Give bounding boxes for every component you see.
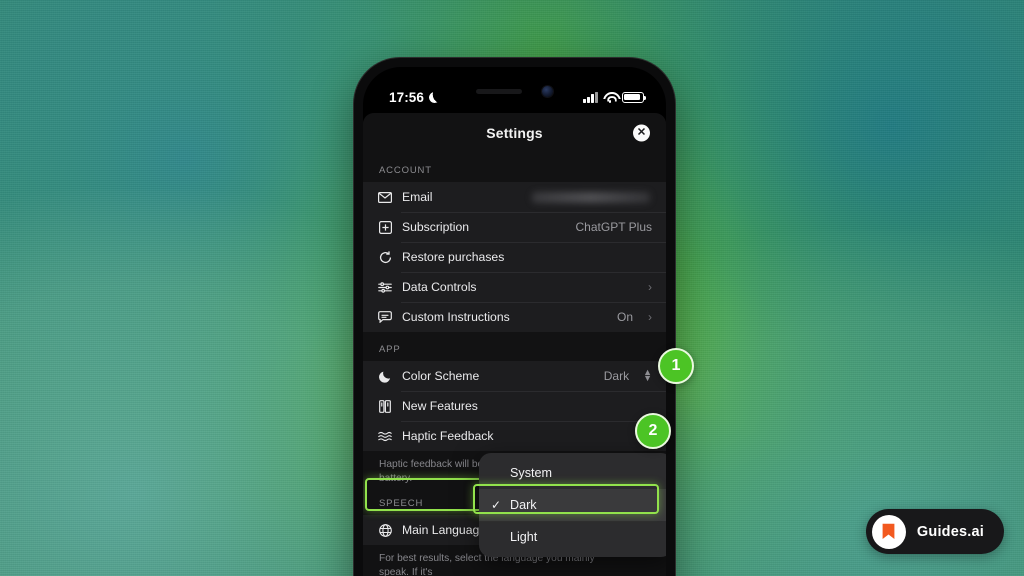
row-label: Email — [402, 190, 433, 204]
row-label: Haptic Feedback — [402, 429, 494, 443]
dropdown-option-label: Light — [510, 530, 538, 544]
battery-icon — [622, 91, 646, 103]
account-section: Email Subscription ChatGPT Plus Restore … — [363, 182, 666, 332]
status-bar-right — [583, 91, 646, 103]
phone-mockup: 17:56 Settings ✕ ACCOUNT Email Subscript… — [354, 58, 675, 576]
row-email[interactable]: Email — [363, 182, 666, 212]
sliders-icon — [377, 281, 393, 293]
envelope-icon — [377, 191, 393, 203]
moon-icon — [377, 370, 393, 383]
subscription-value: ChatGPT Plus — [575, 220, 652, 234]
check-icon: ✓ — [491, 498, 502, 512]
dropdown-option-label: Dark — [510, 498, 537, 512]
row-subscription[interactable]: Subscription ChatGPT Plus — [363, 212, 666, 242]
stepper-icon: ▲▼ — [643, 367, 652, 383]
row-new-features[interactable]: New Features — [363, 391, 666, 421]
phone-screen: 17:56 Settings ✕ ACCOUNT Email Subscript… — [363, 67, 666, 576]
row-color-scheme[interactable]: Color Scheme Dark ▲ ▼ — [363, 361, 666, 391]
color-scheme-dropdown[interactable]: System ✓ Dark Light — [479, 453, 666, 557]
status-bar-time: 17:56 — [389, 89, 425, 105]
row-label: Restore purchases — [402, 250, 505, 264]
section-header-account: ACCOUNT — [379, 165, 432, 176]
color-scheme-value: Dark — [603, 369, 630, 383]
page-title: Settings — [486, 125, 543, 141]
status-bar-left: 17:56 — [389, 90, 440, 105]
dropdown-option-system[interactable]: System — [479, 457, 666, 489]
moon-icon — [429, 92, 440, 103]
chevron-right-icon: › — [648, 280, 652, 294]
row-haptic-feedback[interactable]: Haptic Feedback — [363, 421, 666, 451]
dropdown-option-dark[interactable]: ✓ Dark — [479, 489, 666, 521]
chevron-right-icon: › — [648, 310, 652, 324]
app-section: Color Scheme Dark ▲ ▼ New Features Hapti… — [363, 361, 666, 451]
book-icon — [377, 399, 393, 413]
restore-circle-icon — [377, 250, 393, 264]
custom-instructions-value: On — [616, 310, 633, 324]
step-badge-1: 1 — [658, 348, 694, 384]
settings-sheet: Settings ✕ ACCOUNT Email Subscription Ch… — [363, 113, 666, 576]
row-label: New Features — [402, 399, 478, 413]
globe-icon — [377, 523, 393, 537]
guides-ai-label: Guides.ai — [916, 523, 984, 540]
cellular-bars-icon — [583, 91, 598, 103]
speech-bubble-icon — [377, 311, 393, 323]
email-value-redacted — [532, 191, 650, 203]
status-bar: 17:56 — [363, 67, 666, 113]
bookmark-icon — [871, 514, 906, 549]
dropdown-option-label: System — [510, 466, 552, 480]
section-header-app: APP — [379, 344, 401, 355]
row-restore-purchases[interactable]: Restore purchases — [363, 242, 666, 272]
plus-square-icon — [377, 220, 393, 234]
guides-ai-watermark[interactable]: Guides.ai — [865, 509, 1004, 554]
row-label: Custom Instructions — [402, 310, 510, 324]
settings-header: Settings ✕ — [363, 113, 666, 153]
row-data-controls[interactable]: Data Controls › — [363, 272, 666, 302]
row-custom-instructions[interactable]: Custom Instructions On › — [363, 302, 666, 332]
wifi-icon — [603, 92, 617, 103]
step-badge-2: 2 — [635, 413, 671, 449]
row-label: Data Controls — [402, 280, 477, 294]
close-icon[interactable]: ✕ — [633, 124, 650, 142]
dropdown-option-light[interactable]: Light — [479, 521, 666, 553]
waves-icon — [377, 431, 393, 442]
row-label: Subscription — [402, 220, 470, 234]
row-label: Color Scheme — [402, 369, 480, 383]
